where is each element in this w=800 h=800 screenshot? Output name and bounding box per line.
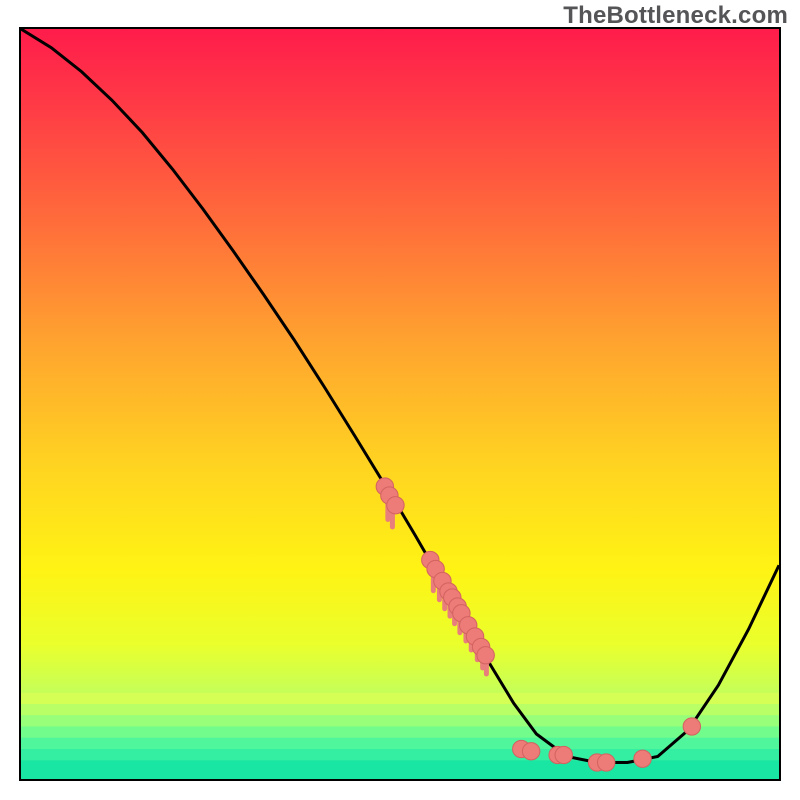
data-point (477, 647, 494, 664)
curve-layer (21, 29, 779, 779)
data-point (597, 754, 614, 771)
plot-area (19, 27, 781, 781)
bottleneck-curve (21, 29, 779, 763)
data-point (555, 746, 572, 763)
chart-frame: TheBottleneck.com (0, 0, 800, 800)
data-point (522, 743, 539, 760)
data-point (683, 718, 700, 735)
data-point (634, 750, 651, 767)
data-point (387, 497, 404, 514)
watermark-text: TheBottleneck.com (563, 2, 788, 30)
